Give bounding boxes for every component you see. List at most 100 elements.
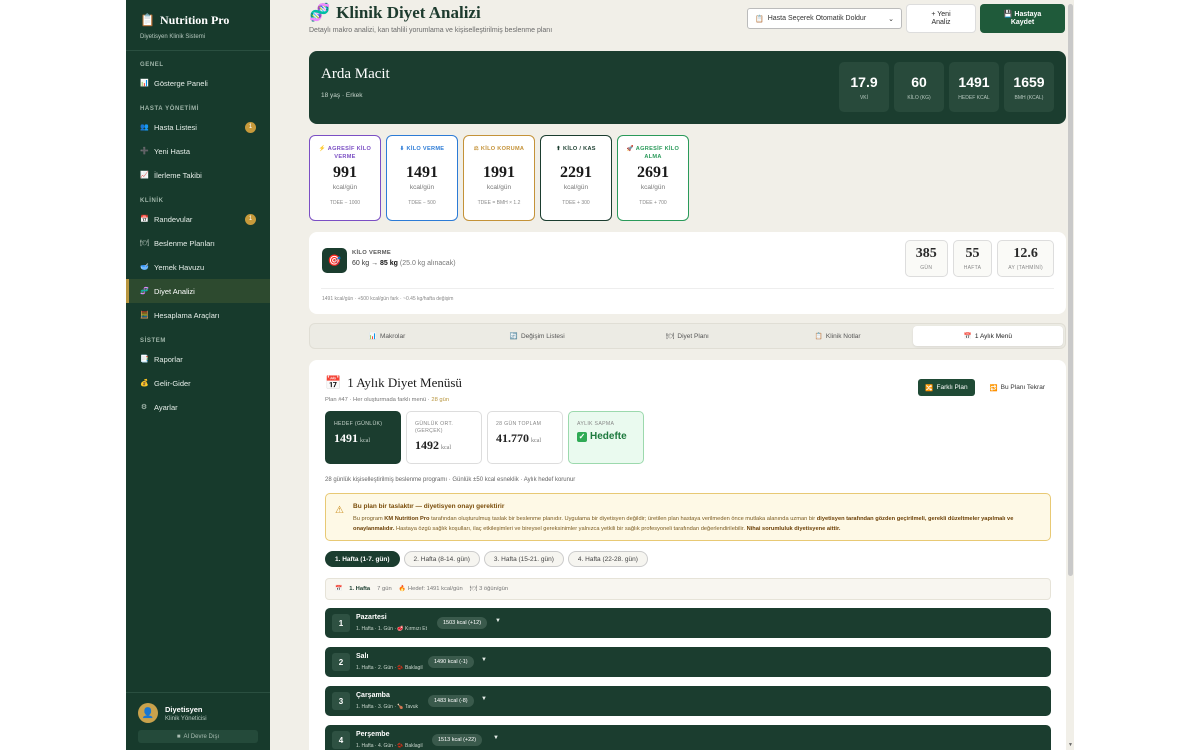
goal-formula: TDEE − 1000 (329, 200, 361, 206)
menu-title-text: 1 Aylık Diyet Menüsü (347, 375, 462, 390)
day-row[interactable]: 1 Pazartesi 1. Hafta · 1. Gün · 🥩 Kırmızı … (325, 608, 1051, 638)
week-tab-3[interactable]: 3. Hafta (15-21. gün) (483, 551, 564, 567)
avatar[interactable]: 👤 (138, 703, 158, 723)
sidebar-item-hasta-listesi[interactable]: 👥 Hasta Listesi 1 (126, 115, 270, 139)
analysis-tabs: 📊 Makrolar 🔄 Değişim Listesi 🍽 Diyet Planı 📋 Kl… (309, 323, 1066, 349)
day-number: 3 (332, 692, 350, 710)
duration-stat-value: 12.6 (1013, 246, 1038, 261)
new-analysis-label-2: Analiz (931, 18, 951, 26)
save-to-patient-button[interactable]: 💾 Hastaya Kaydet (980, 4, 1065, 33)
kcal-total-value: 41.770 (496, 431, 529, 445)
day-name: Salı (356, 653, 369, 660)
week-info-days: 7 gün (377, 586, 392, 592)
tab-de-i-im-listesi[interactable]: 🔄 Değişim Listesi (462, 326, 612, 346)
day-protein-tag: Kırmızı Et (405, 626, 427, 632)
day-subtitle: 1. Hafta · 3. Gün · 🍗 Tavuk (356, 704, 418, 710)
goal-card[interactable]: ⚡ AGRESİF KİLO VERME 991 kcal/gün TDEE − 10… (309, 135, 381, 221)
goal-card[interactable]: ⚖ KİLO KORUMA 1991 kcal/gün TDEE = BMH × 1.… (463, 135, 535, 221)
sidebar-item-ayarlar[interactable]: ⚙ Ayarlar (126, 395, 270, 419)
day-kcal-badge: 1483 kcal (-8) (428, 695, 474, 707)
sidebar-item-label: Randevular (154, 214, 193, 224)
sidebar-item-hesaplama-ara-lar-[interactable]: 🧮 Hesaplama Araçları (126, 303, 270, 327)
sidebar-item-raporlar[interactable]: 📑 Raporlar (126, 347, 270, 371)
sidebar-item-diyet-analizi[interactable]: 🧬 Diyet Analizi (126, 279, 270, 303)
sidebar-item-g-sterge-paneli[interactable]: 📊 Gösterge Paneli (126, 71, 270, 95)
different-plan-button[interactable]: 🔀 Farklı Plan (918, 379, 975, 396)
chevron-down-icon[interactable]: ▼ (481, 696, 487, 702)
day-subtitle-text: 1. Hafta · 2. Gün · (356, 665, 397, 671)
shuffle-icon: 🔀 (925, 384, 934, 392)
sidebar-item-gelir-gider[interactable]: 💰 Gelir-Gider (126, 371, 270, 395)
kcal-daily-avg-value: 1492 (415, 438, 439, 452)
sidebar-item-yeni-hasta[interactable]: ➕ Yeni Hasta (126, 139, 270, 163)
user-name: Diyetisyen (165, 704, 203, 714)
tab-klinik-notlar[interactable]: 📋 Klinik Notlar (763, 326, 913, 346)
goal-unit: kcal/gün (563, 184, 589, 191)
goal-value: 2291 (560, 164, 592, 181)
chevron-down-icon[interactable]: ▼ (481, 657, 487, 663)
kcal-target-label: HEDEF (GÜNLÜK) (334, 421, 383, 427)
tab-label: Makrolar (380, 332, 406, 340)
sidebar-item-yemek-havuzu[interactable]: 🥣 Yemek Havuzu (126, 255, 270, 279)
warning-text-2: tarafından oluşturulmuş taslak bir besle… (429, 516, 817, 522)
target-footer: 1491 kcal/gün · +500 kcal/gün fark · ~0.… (322, 296, 454, 302)
kcal-target-card: HEDEF (GÜNLÜK) 1491 kcal (325, 411, 401, 464)
scrollbar[interactable] (1068, 4, 1073, 576)
goal-label: ⬆ KİLO / KAS (541, 145, 611, 161)
repeat-plan-button[interactable]: 🔁 Bu Planı Tekrar (983, 379, 1052, 396)
calorie-goal-cards: ⚡ AGRESİF KİLO VERME 991 kcal/gün TDEE − 10… (309, 135, 689, 221)
sidebar-nav: GENEL 📊 Gösterge Paneli HASTA YÖNETİMİ 👥 Hast… (126, 62, 270, 419)
duration-stat-label: GÜN (920, 265, 933, 271)
day-subtitle: 1. Hafta · 2. Gün · 🫘 Baklagil (356, 665, 423, 671)
kcal-total-card: 28 GÜN TOPLAM 41.770 kcal (487, 411, 563, 464)
clipboard-icon: 📋 (140, 13, 155, 27)
week-tab-2[interactable]: 2. Hafta (8-14. gün) (403, 551, 480, 567)
day-row[interactable]: 2 Salı 1. Hafta · 2. Gün · 🫘 Baklagil 1490 … (325, 647, 1051, 677)
tab-diyet-plan-[interactable]: 🍽 Diyet Planı (612, 326, 762, 346)
plan-info-text: Plan #47 · Her oluşturmada farklı menü · (325, 397, 430, 403)
tab-1-ayl-k-men-[interactable]: 📅 1 Aylık Menü (912, 326, 1064, 346)
nav-group-label: KLİNİK (140, 198, 164, 204)
target-weight-card: 🎯 KİLO VERME 60 kg → 85 kg (25.0 kg alın… (309, 232, 1066, 314)
duration-stat-value: 385 (915, 246, 937, 261)
app-window: 📋 Nutrition Pro Diyetisyen Klinik Sistemi… (126, 0, 1074, 750)
chart-icon: 📊 (140, 80, 149, 87)
chevron-down-icon: ⌄ (888, 15, 894, 23)
calendar-icon: 📅 (963, 333, 972, 340)
day-row[interactable]: 3 Çarşamba 1. Hafta · 3. Gün · 🍗 Tavuk 1483… (325, 686, 1051, 716)
save-label-1: Hastaya (1014, 10, 1042, 18)
patient-autofill-select[interactable]: 📋 Hasta Seçerek Otomatik Doldur ⌄ (747, 8, 902, 29)
trend-icon: 📈 (140, 172, 149, 179)
ai-icon: ■ (176, 733, 181, 740)
repeat-icon: 🔁 (989, 384, 998, 392)
new-analysis-label-1: + Yeni (931, 10, 951, 18)
duration-stat-value: 55 (965, 246, 980, 261)
kcal-total-label: 28 GÜN TOPLAM (496, 421, 542, 427)
ai-status-button[interactable]: ■ AI Devre Dışı (138, 730, 258, 743)
draft-warning: ⚠ Bu plan bir taslaktır — diyetisyen ona… (325, 493, 1051, 541)
week-tab-1[interactable]: 1. Hafta (1-7. gün) (325, 551, 400, 567)
day-row[interactable]: 4 Perşembe 1. Hafta · 4. Gün · 🫘 Baklagil 1… (325, 725, 1051, 750)
duration-stat-label: HAFTA (963, 265, 982, 271)
scroll-down-arrow-icon[interactable]: ▼ (1068, 742, 1073, 748)
nav-badge: 1 (245, 213, 256, 225)
week-tab-4[interactable]: 4. Hafta (22-28. gün) (567, 551, 648, 567)
chevron-down-icon[interactable]: ▼ (495, 618, 501, 624)
new-analysis-button[interactable]: + Yeni Analiz (906, 4, 976, 33)
goal-card[interactable]: ⬆ KİLO / KAS 2291 kcal/gün TDEE + 300 (540, 135, 612, 221)
nav-group-label: HASTA YÖNETİMİ (140, 106, 199, 112)
sidebar-item-beslenme-planlar-[interactable]: 🍽 Beslenme Planları (126, 231, 270, 255)
sidebar-item-randevular[interactable]: 📅 Randevular 1 (126, 207, 270, 231)
sidebar-item-label: Ayarlar (154, 402, 178, 412)
goal-card[interactable]: ⬇ KİLO VERME 1491 kcal/gün TDEE − 500 (386, 135, 458, 221)
duration-stat: 55 HAFTA (952, 240, 993, 277)
sidebar-item-label: Raporlar (154, 354, 183, 364)
sidebar-item-i-lerleme-takibi[interactable]: 📈 İlerleme Takibi (126, 163, 270, 187)
sidebar-item-label: Beslenme Planları (154, 238, 215, 248)
day-kcal-badge: 1513 kcal (+22) (432, 734, 483, 746)
tab-makrolar[interactable]: 📊 Makrolar (312, 326, 462, 346)
patient-summary-card: Arda Macit 18 yaş · Erkek 17.9 VKİ 60 KİLO … (309, 51, 1066, 124)
chevron-down-icon[interactable]: ▼ (493, 735, 499, 741)
goal-card[interactable]: 🚀 AGRESİF KİLO ALMA 2691 kcal/gün TDEE + 70… (617, 135, 689, 221)
patient-name: Arda Macit (321, 66, 390, 82)
